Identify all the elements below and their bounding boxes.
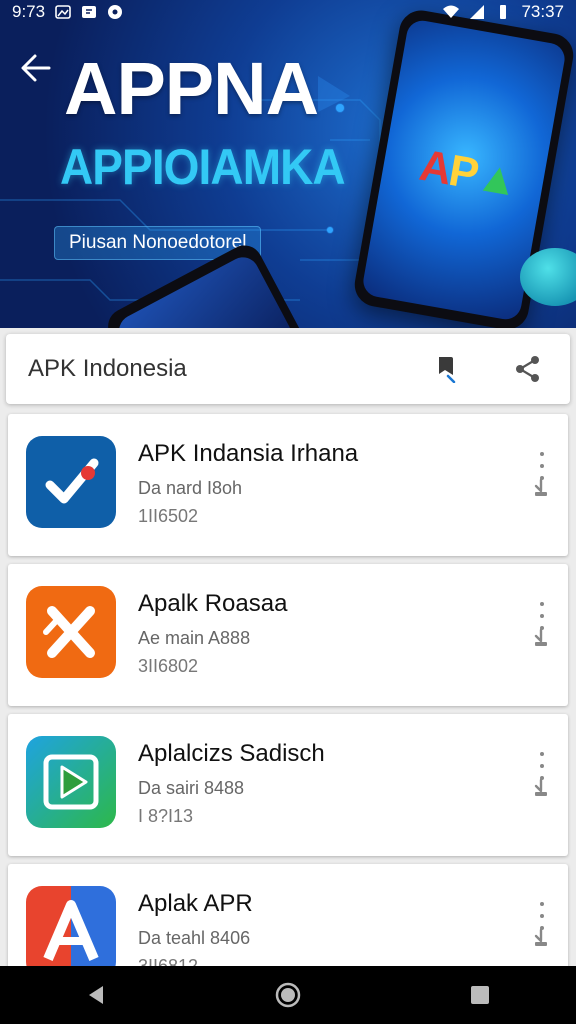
status-bar: 9:73 73:37 xyxy=(0,0,576,24)
nav-back-button[interactable] xyxy=(72,971,120,1019)
share-icon xyxy=(516,356,539,382)
app-developer: Da nard I8oh xyxy=(138,478,243,498)
app-size: I 8?I13 xyxy=(138,806,194,826)
banner-subtitle: APPIOIAMKA xyxy=(60,139,346,195)
download-icon[interactable] xyxy=(532,628,550,648)
phone-app-logo: AP▲ xyxy=(415,140,522,207)
play-icon xyxy=(43,754,99,810)
app-icon xyxy=(26,436,116,528)
bookmark-icon xyxy=(439,357,456,383)
more-options-icon[interactable] xyxy=(532,602,552,630)
bookmark-button[interactable] xyxy=(424,347,468,391)
check-icon xyxy=(45,458,99,504)
more-options-icon[interactable] xyxy=(532,452,552,480)
app-developer: Da teahl 8406 xyxy=(138,928,251,948)
message-icon xyxy=(82,6,97,18)
arrow-left-icon xyxy=(21,54,51,82)
app-size: 1II6502 xyxy=(138,506,199,526)
app-icon xyxy=(26,736,116,828)
home-circle-icon xyxy=(275,982,301,1008)
x-icon xyxy=(43,606,95,658)
signal-icon xyxy=(470,5,485,19)
header-bar: APK Indonesia xyxy=(6,334,570,404)
banner-title: APPNA xyxy=(64,47,319,130)
app-icon xyxy=(26,886,116,978)
hero-banner: APPNA APPIOIAMKA Piusan Nonoedotorel AP▲ xyxy=(0,0,576,328)
app-name: Aplalcizs Sadisch xyxy=(138,740,325,767)
back-triangle-icon xyxy=(89,986,103,1004)
system-navigation-bar xyxy=(0,966,576,1024)
gallery-icon xyxy=(55,5,71,19)
app-developer: Da sairi 8488 xyxy=(138,778,245,798)
status-time-left: 9:73 xyxy=(12,2,46,21)
download-icon[interactable] xyxy=(532,928,550,948)
app-developer: Ae main A888 xyxy=(138,628,251,648)
app-list-item[interactable]: Apalk Roasaa Ae main A888 3II6802 xyxy=(8,564,568,706)
back-button[interactable] xyxy=(14,46,58,90)
dot-icon xyxy=(108,5,123,19)
more-options-icon[interactable] xyxy=(532,752,552,780)
download-icon[interactable] xyxy=(532,478,550,498)
share-button[interactable] xyxy=(506,347,550,391)
nav-recents-button[interactable] xyxy=(456,971,504,1019)
app-name: APK Indansia Irhana xyxy=(138,440,359,467)
app-name: Apalk Roasaa xyxy=(138,590,288,617)
more-options-icon[interactable] xyxy=(532,902,552,930)
battery-icon xyxy=(500,5,507,19)
status-time-right: 73:37 xyxy=(521,2,564,21)
app-name: Aplak APR xyxy=(138,890,253,917)
app-list-item[interactable]: Aplalcizs Sadisch Da sairi 8488 I 8?I13 xyxy=(8,714,568,856)
app-size: 3II6802 xyxy=(138,656,199,676)
letter-a-icon xyxy=(43,900,99,961)
app-icon xyxy=(26,586,116,678)
wifi-icon xyxy=(443,5,460,18)
recents-square-icon xyxy=(471,986,489,1004)
download-icon[interactable] xyxy=(532,778,550,798)
nav-home-button[interactable] xyxy=(264,971,312,1019)
page-title: APK Indonesia xyxy=(28,355,187,382)
app-list-item[interactable]: APK Indansia Irhana Da nard I8oh 1II6502 xyxy=(8,414,568,556)
